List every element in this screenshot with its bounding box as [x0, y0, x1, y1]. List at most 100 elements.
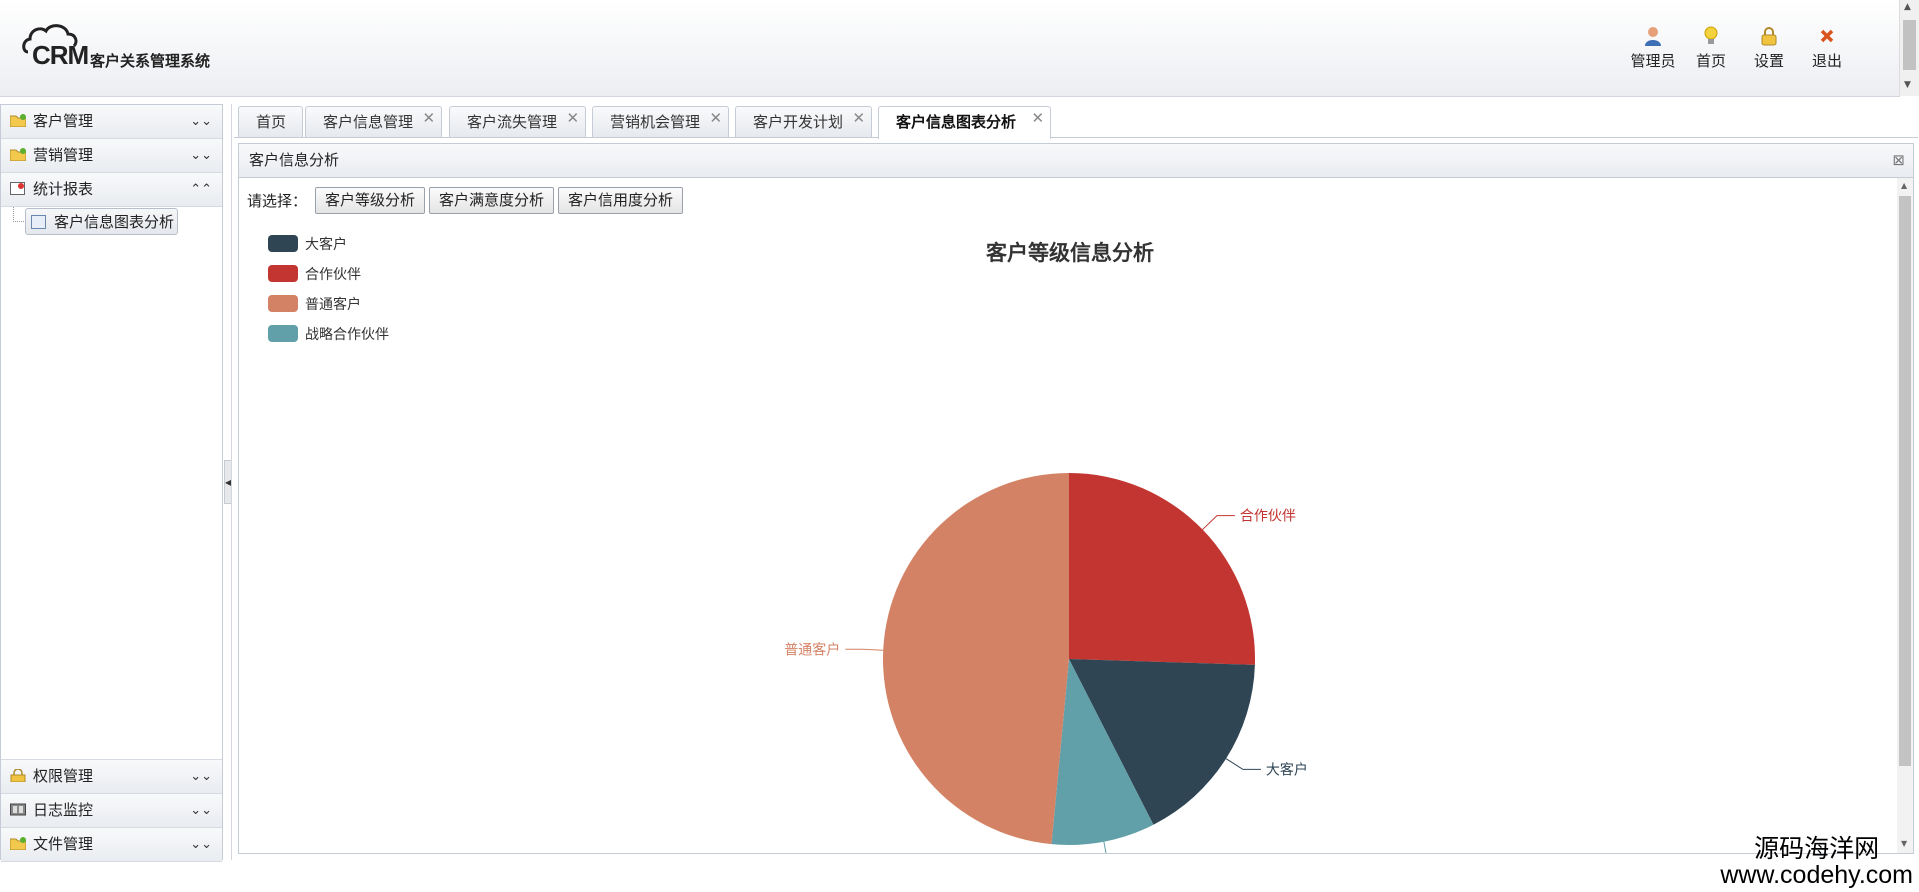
- tab-label: 首页: [256, 113, 287, 131]
- legend-label: 合作伙伴: [305, 267, 361, 283]
- panel-close-icon[interactable]: ⊠: [1892, 144, 1905, 177]
- panel-title: 客户信息分析: [249, 151, 340, 169]
- sidebar-section-label: 权限管理: [33, 767, 94, 785]
- tab-label: 营销机会管理: [610, 113, 701, 131]
- pie-label-line: [1103, 841, 1107, 853]
- page-scrollbar[interactable]: ▲ ▼: [1899, 0, 1919, 96]
- sidebar-section-label: 文件管理: [33, 835, 94, 853]
- report-icon: [10, 182, 25, 195]
- legend-label: 大客户: [305, 236, 347, 253]
- tab-close-icon[interactable]: ✕: [566, 103, 579, 134]
- legend-label: 普通客户: [305, 296, 361, 313]
- legend-swatch: [268, 235, 298, 252]
- sidebar-section-label: 统计报表: [33, 180, 94, 198]
- home-label: 首页: [1695, 52, 1726, 70]
- tab-customer-loss[interactable]: 客户流失管理 ✕: [449, 103, 587, 137]
- pie-slice: [883, 473, 1069, 845]
- scroll-down-icon[interactable]: ▼: [1904, 80, 1911, 90]
- chevron-double-down-icon[interactable]: ⌄⌄: [190, 105, 212, 138]
- tab-close-icon[interactable]: ✕: [422, 103, 435, 134]
- pie-label: 大客户: [1266, 761, 1308, 778]
- user-icon: [1624, 26, 1682, 48]
- tab-close-icon[interactable]: ✕: [852, 103, 865, 134]
- sidebar-section-files[interactable]: 文件管理 ⌄⌄: [1, 828, 222, 862]
- lock-icon: [10, 769, 26, 782]
- analysis-panel: 客户信息分析 ⊠ 客户等级信息分析 大客户 合作伙伴 普通客户 战略合作伙伴 合作伙伴 大客…: [238, 143, 1914, 854]
- sidebar-item-customer-chart[interactable]: 客户信息图表分析: [25, 208, 178, 235]
- tab-close-icon[interactable]: ✕: [1031, 103, 1044, 134]
- sidebar-section-label: 客户管理: [33, 112, 94, 130]
- tab-marketing[interactable]: 营销机会管理 ✕: [592, 103, 730, 137]
- watermark-line-1: 源码海洋网: [1754, 834, 1880, 863]
- page-scroll-thumb[interactable]: [1903, 20, 1916, 70]
- lightbulb-icon: [1682, 26, 1740, 48]
- lock-icon: [1740, 26, 1798, 48]
- chevron-double-down-icon[interactable]: ⌄⌄: [190, 794, 212, 827]
- sidebar: 客户管理 ⌄⌄ 营销管理 ⌄⌄ 统计报表 ⌃⌃ 客户信息图表分析 权限管理 ⌄⌄…: [0, 104, 223, 862]
- sidebar-section-marketing[interactable]: 营销管理 ⌄⌄: [1, 139, 222, 173]
- grade-analysis-button[interactable]: 客户等级分析: [315, 186, 426, 214]
- pie-label-line: [1202, 515, 1235, 530]
- scroll-up-icon[interactable]: ▲: [1901, 181, 1907, 190]
- credit-analysis-button[interactable]: 客户信用度分析: [558, 186, 684, 214]
- home-button[interactable]: 首页: [1682, 26, 1740, 71]
- tab-development-plan[interactable]: 客户开发计划 ✕: [735, 103, 873, 137]
- sidebar-section-permissions[interactable]: 权限管理 ⌄⌄: [1, 760, 222, 794]
- select-label: 请选择：: [247, 191, 308, 210]
- main-area: 首页 客户信息管理 ✕ 客户流失管理 ✕ 营销机会管理 ✕ 客户开发计划 ✕ 客…: [234, 104, 1918, 860]
- close-icon: [1798, 26, 1856, 48]
- legend-label: 战略合作伙伴: [305, 327, 389, 343]
- chevron-double-down-icon[interactable]: ⌄⌄: [190, 139, 212, 172]
- table-icon: [31, 215, 46, 229]
- pie-slice: [1069, 473, 1255, 665]
- analysis-toolbar: 请选择： 客户等级分析 客户满意度分析 客户信用度分析: [247, 186, 687, 214]
- chevron-double-down-icon[interactable]: ⌄⌄: [190, 828, 212, 861]
- settings-button[interactable]: 设置: [1740, 26, 1798, 71]
- chevron-double-down-icon[interactable]: ⌄⌄: [190, 760, 212, 793]
- folder-icon: [10, 114, 26, 127]
- pie-label: 合作伙伴: [1240, 509, 1296, 525]
- panel-scroll-thumb[interactable]: [1899, 196, 1911, 766]
- sidebar-section-reports[interactable]: 统计报表 ⌃⌃: [1, 173, 222, 207]
- pie-label: 普通客户: [784, 641, 840, 658]
- logout-button[interactable]: 退出: [1798, 26, 1856, 71]
- pie-chart: 客户等级信息分析大客户合作伙伴普通客户战略合作伙伴合作伙伴大客户战略合作伙伴普通…: [268, 235, 1308, 853]
- legend-swatch: [268, 265, 298, 282]
- app-logo: CRM 客户关系管理系统: [22, 22, 232, 72]
- tab-home[interactable]: 首页: [238, 106, 304, 137]
- folder-icon: [10, 837, 26, 850]
- tab-customer-chart[interactable]: 客户信息图表分析 ✕: [878, 103, 1052, 139]
- panel-scrollbar[interactable]: ▲ ▼: [1897, 178, 1913, 853]
- tab-label: 客户信息管理: [323, 113, 414, 131]
- app-title: 客户关系管理系统: [90, 52, 211, 70]
- tab-label: 客户信息图表分析: [896, 113, 1017, 131]
- logo-text: CRM: [32, 40, 89, 70]
- reports-section-body: 客户信息图表分析: [1, 207, 222, 760]
- monitor-icon: [10, 803, 26, 816]
- tab-close-icon[interactable]: ✕: [709, 103, 722, 134]
- tab-bar: 首页 客户信息管理 ✕ 客户流失管理 ✕ 营销机会管理 ✕ 客户开发计划 ✕ 客…: [234, 103, 1918, 139]
- pie-label-line: [1225, 758, 1261, 770]
- legend-swatch: [268, 295, 298, 312]
- admin-label: 管理员: [1630, 52, 1676, 70]
- tab-label: 客户开发计划: [753, 113, 844, 131]
- settings-label: 设置: [1753, 52, 1784, 70]
- pie-label-line: [845, 648, 884, 651]
- folder-icon: [10, 148, 26, 161]
- watermark: 源码海洋网 www.codehy.com: [1720, 834, 1913, 889]
- sidebar-section-customer[interactable]: 客户管理 ⌄⌄: [1, 105, 222, 139]
- panel-header: 客户信息分析 ⊠: [239, 144, 1913, 178]
- sidebar-item-label: 客户信息图表分析: [54, 213, 175, 231]
- sidebar-section-logs[interactable]: 日志监控 ⌄⌄: [1, 794, 222, 828]
- tab-customer-info[interactable]: 客户信息管理 ✕: [305, 103, 443, 137]
- satisfaction-analysis-button[interactable]: 客户满意度分析: [429, 186, 555, 214]
- sidebar-section-label: 营销管理: [33, 146, 94, 164]
- sidebar-section-label: 日志监控: [33, 801, 94, 819]
- scroll-up-icon[interactable]: ▲: [1904, 2, 1911, 12]
- chevron-double-up-icon[interactable]: ⌃⌃: [190, 173, 212, 206]
- app-header: CRM 客户关系管理系统 管理员 首页 设置 退出: [0, 0, 1900, 97]
- admin-button[interactable]: 管理员: [1624, 26, 1682, 71]
- layout-divider: [231, 104, 232, 860]
- chart-title: 客户等级信息分析: [986, 241, 1154, 265]
- logout-label: 退出: [1811, 52, 1842, 70]
